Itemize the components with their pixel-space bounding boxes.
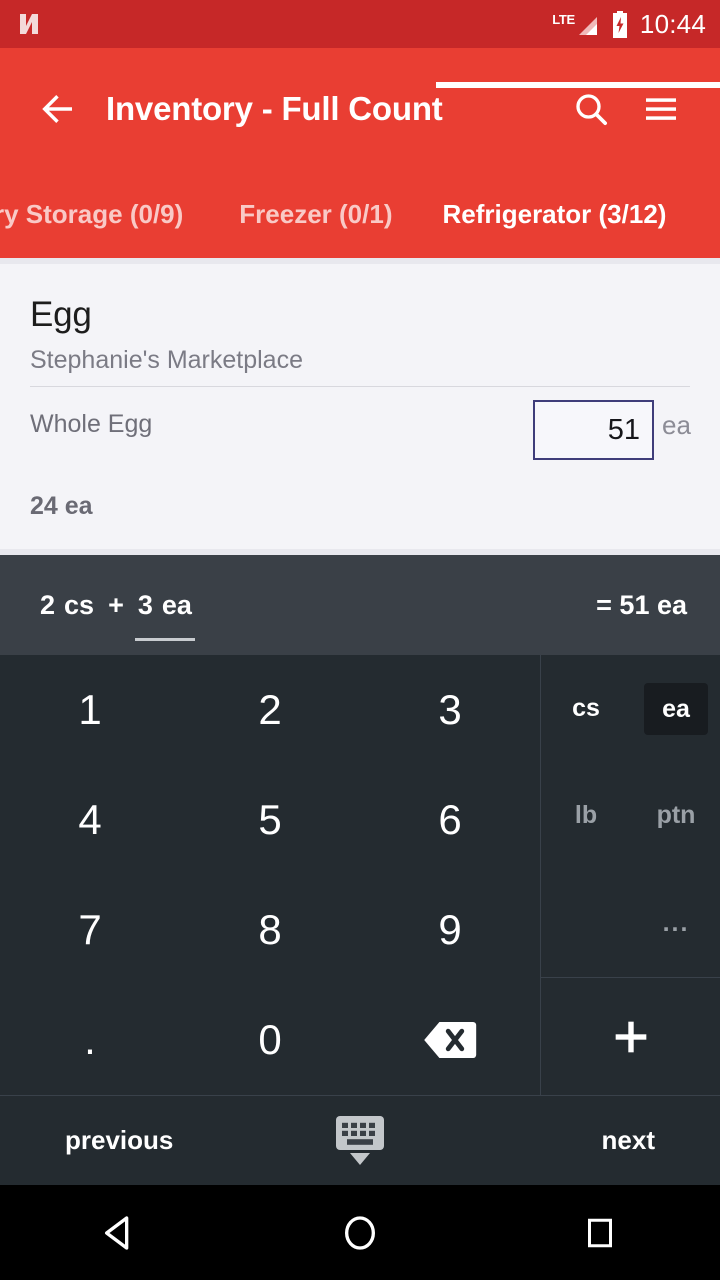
app-bar: Inventory - Full Count [0, 48, 720, 170]
key-2[interactable]: 2 [180, 655, 360, 765]
term2-unit: ea [161, 589, 192, 620]
item-total: 24 ea [30, 492, 93, 520]
lte-label: LTE [552, 12, 575, 27]
key-9[interactable]: 9 [360, 875, 540, 985]
status-icons: LTE 10:44 [552, 9, 706, 40]
clock-time: 10:44 [639, 8, 706, 39]
android-nav-bar [0, 1185, 720, 1280]
keyboard-action-bar: previous next [0, 1095, 720, 1185]
status-bar: LTE 10:44 [0, 0, 720, 48]
term1-number: 2 [40, 589, 56, 620]
nav-home-circle-icon[interactable] [315, 1185, 405, 1280]
item-variant-label: Whole Egg [30, 410, 153, 438]
unit-more-ellipsis: ... [662, 908, 690, 937]
lte-indicator: LTE [552, 10, 600, 38]
key-0[interactable]: 0 [180, 985, 360, 1095]
key-7[interactable]: 7 [0, 875, 180, 985]
unit-button-ea: ea [644, 682, 708, 735]
unit-cell-cs[interactable]: cs [541, 655, 631, 762]
unit-cell-ptn[interactable]: ptn [631, 762, 720, 869]
unit-button-cs: cs [572, 694, 600, 723]
unit-button-lb: lb [574, 801, 598, 830]
key-1[interactable]: 1 [0, 655, 180, 765]
key-5[interactable]: 5 [180, 765, 360, 875]
unit-cell-lb[interactable]: lb [541, 762, 631, 869]
next-button[interactable]: next [602, 1125, 655, 1156]
term1-unit: cs [64, 589, 95, 620]
signal-bars-icon [576, 14, 600, 38]
inventory-item-card[interactable]: Egg Stephanie's Marketplace Whole Egg 51… [0, 264, 720, 549]
unit-cell-more[interactable]: ... [631, 870, 720, 977]
nav-back-triangle-icon[interactable] [75, 1185, 165, 1280]
quantity-value: 51 [607, 413, 640, 446]
tab-row: ry Storage (0/9) Freezer (0/1) Refrigera… [0, 170, 720, 258]
unit-cell-ea[interactable]: ea [631, 655, 720, 762]
tab-refrigerator[interactable]: Refrigerator (3/12) [420, 170, 688, 258]
app-screen: LTE 10:44 Inventory - Full Count ry Stor… [0, 0, 720, 1280]
content-area: Egg Stephanie's Marketplace Whole Egg 51… [0, 258, 720, 555]
android-n-logo-icon [16, 11, 42, 37]
unit-button-ptn: ptn [656, 801, 696, 830]
key-6[interactable]: 6 [360, 765, 540, 875]
card-divider [30, 386, 690, 387]
key-decimal-point[interactable]: . [0, 985, 180, 1095]
battery-charging-icon [611, 10, 629, 38]
hide-keyboard-icon[interactable] [332, 1114, 388, 1168]
expression-term-2[interactable]: 3 ea [134, 589, 196, 641]
quantity-unit-label: ea [662, 410, 691, 440]
item-name: Egg [30, 295, 92, 334]
item-vendor: Stephanie's Marketplace [30, 346, 303, 374]
term2-number: 3 [137, 589, 153, 620]
expression-bar: 2 cs + 3 ea = 51 ea [0, 555, 720, 655]
quantity-input[interactable]: 51 [533, 400, 654, 460]
previous-button[interactable]: previous [65, 1125, 173, 1156]
plus-icon[interactable] [541, 979, 720, 1095]
arrow-back-icon[interactable] [28, 79, 88, 139]
key-3[interactable]: 3 [360, 655, 540, 765]
unit-panel: cs ea lb ptn ... [540, 655, 720, 1095]
backspace-icon[interactable] [360, 985, 540, 1095]
expression-result: = 51 ea [596, 589, 687, 620]
nav-recents-square-icon[interactable] [555, 1185, 645, 1280]
expression-operator: + [108, 589, 124, 620]
tab-active-indicator [436, 82, 720, 88]
tab-dry-storage[interactable]: ry Storage (0/9) [0, 170, 211, 258]
key-8[interactable]: 8 [180, 875, 360, 985]
tab-bar: ry Storage (0/9) Freezer (0/1) Refrigera… [0, 170, 720, 258]
unit-cell-empty [541, 870, 631, 977]
unit-button-grid: cs ea lb ptn ... [541, 655, 720, 978]
page-title: Inventory - Full Count [106, 90, 443, 127]
tab-freezer[interactable]: Freezer (0/1) [211, 170, 420, 258]
numeric-keypad: 1 2 3 4 5 6 7 8 9 . 0 [0, 655, 540, 1095]
expression-text: 2 cs + 3 ea [40, 589, 196, 641]
expression-term-1[interactable]: 2 cs [40, 590, 94, 621]
key-4[interactable]: 4 [0, 765, 180, 875]
